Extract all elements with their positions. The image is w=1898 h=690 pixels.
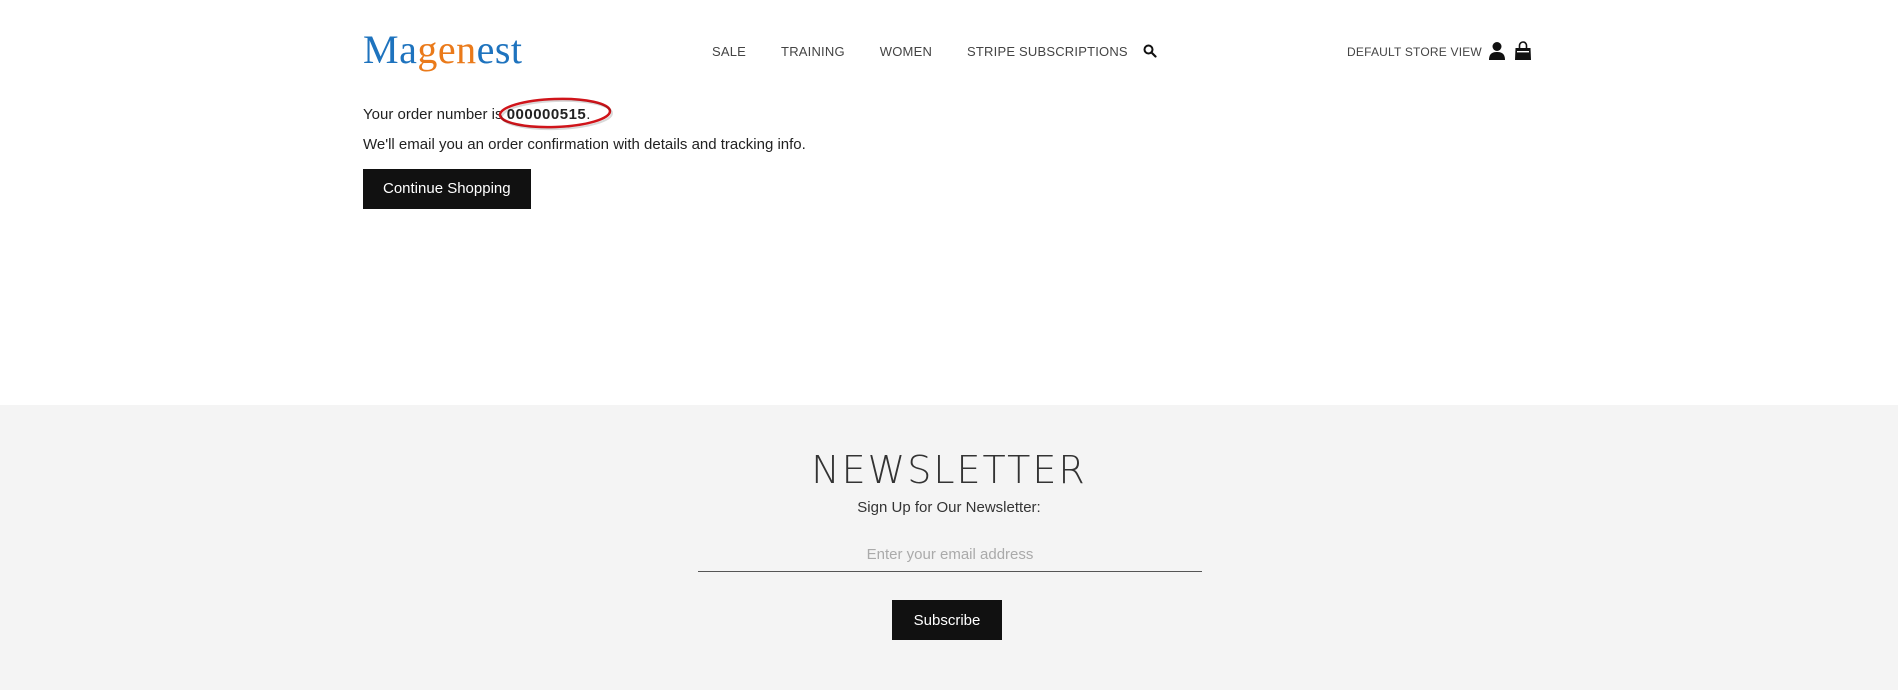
confirmation-message: We'll email you an order confirmation wi… [363,136,806,153]
newsletter-subtitle: Sign Up for Our Newsletter: [857,499,1041,516]
order-number[interactable]: 000000515 [498,97,613,131]
main-navigation: SALE TRAINING WOMEN STRIPE SUBSCRIPTIONS [712,44,1128,59]
order-number-value: 000000515 [506,106,587,123]
newsletter-email-input[interactable] [698,537,1202,572]
subscribe-button[interactable]: Subscribe [892,600,1002,640]
logo-part-2: gen [417,27,477,72]
order-number-label: Your order number is [363,106,507,123]
order-success-content: Your order number is 000000515. We'll em… [363,97,1363,209]
newsletter-section: NEWSLETTER Sign Up for Our Newsletter: S… [0,405,1898,690]
user-icon[interactable] [1488,41,1506,61]
order-number-line: Your order number is 000000515. [363,97,1363,131]
nav-item-sale[interactable]: SALE [712,44,746,59]
site-header: Magenest SALE TRAINING WOMEN STRIPE SUBS… [0,0,1898,100]
order-number-suffix: . [586,106,591,123]
nav-item-training[interactable]: TRAINING [781,44,845,59]
cart-icon[interactable] [1514,41,1532,61]
newsletter-title: NEWSLETTER [811,448,1087,492]
store-view-switcher[interactable]: DEFAULT STORE VIEW [1347,45,1482,59]
magenest-logo[interactable]: Magenest [363,26,523,74]
continue-shopping-button[interactable]: Continue Shopping [363,169,531,209]
logo-part-1: Ma [363,27,418,72]
search-icon[interactable] [1143,44,1157,58]
nav-item-stripe-subscriptions[interactable]: STRIPE SUBSCRIPTIONS [967,44,1128,59]
nav-item-women[interactable]: WOMEN [880,44,932,59]
logo-part-3: est [476,27,523,72]
